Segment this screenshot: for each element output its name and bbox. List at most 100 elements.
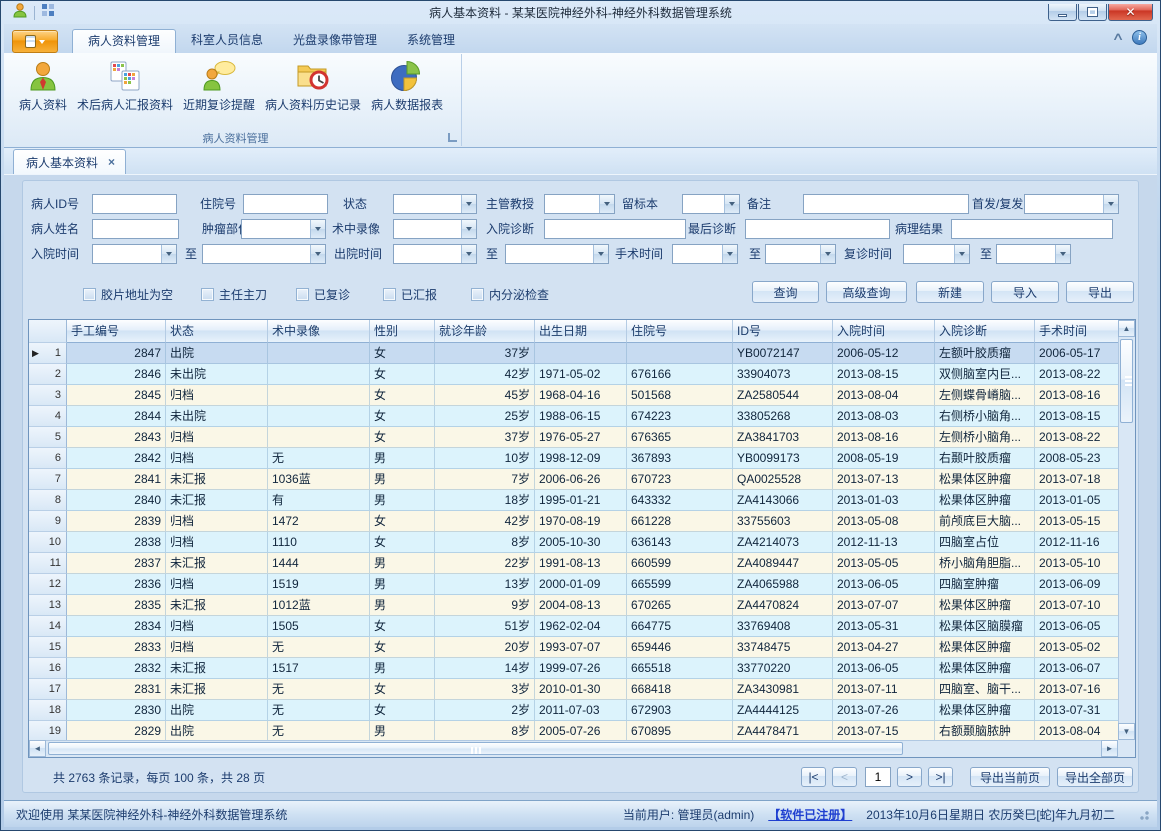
grid-header-cell[interactable]: 出生日期: [535, 320, 627, 343]
checkbox-option-4[interactable]: 内分泌检查: [471, 283, 549, 305]
doc-tab-close-icon[interactable]: ×: [108, 155, 115, 169]
ribbon-button-patient-data[interactable]: 病人资料: [14, 56, 72, 116]
row-header-cell[interactable]: 16: [29, 658, 67, 679]
row-header-cell[interactable]: 7: [29, 469, 67, 490]
ribbon-tab-system[interactable]: 系统管理: [392, 29, 470, 53]
combo-field[interactable]: [394, 245, 461, 263]
row-header-cell[interactable]: 12: [29, 574, 67, 595]
filter-combo-to[interactable]: [505, 244, 609, 264]
checkbox-option-0[interactable]: 胶片地址为空: [83, 283, 173, 305]
ribbon-button-history[interactable]: 病人资料历史记录: [260, 56, 366, 116]
chevron-down-icon[interactable]: [820, 245, 835, 263]
filter-combo-first_recur[interactable]: [1024, 194, 1119, 214]
combo-field[interactable]: [93, 245, 161, 263]
combo-field[interactable]: [394, 220, 461, 238]
checkbox-icon[interactable]: [471, 288, 484, 301]
info-icon[interactable]: i: [1132, 30, 1147, 45]
filter-input-final_diag[interactable]: [745, 219, 890, 239]
row-header-cell[interactable]: 8: [29, 490, 67, 511]
vertical-scrollbar[interactable]: ▲ ▼: [1118, 320, 1135, 740]
filter-combo-status[interactable]: [393, 194, 477, 214]
filter-combo-specimen[interactable]: [682, 194, 740, 214]
row-header-cell[interactable]: 4: [29, 406, 67, 427]
export-current-page-button[interactable]: 导出当前页: [970, 767, 1050, 787]
checkbox-option-2[interactable]: 已复诊: [296, 283, 350, 305]
grid-header-cell[interactable]: 入院时间: [833, 320, 935, 343]
row-header-cell[interactable]: 15: [29, 637, 67, 658]
grid-header-cell[interactable]: 住院号: [627, 320, 733, 343]
filter-input-patient_id[interactable]: [92, 194, 177, 214]
row-header-cell[interactable]: 6: [29, 448, 67, 469]
combo-field[interactable]: [673, 245, 722, 263]
table-row[interactable]: ▶12847出院女37岁YB00721472006-05-12左额叶胶质瘤200…: [29, 343, 1118, 364]
checkbox-option-1[interactable]: 主任主刀: [201, 283, 267, 305]
filter-combo-tumor_site[interactable]: [241, 219, 326, 239]
filter-combo-to[interactable]: [765, 244, 836, 264]
chevron-down-icon[interactable]: [599, 195, 614, 213]
chevron-down-icon[interactable]: [161, 245, 176, 263]
scroll-right-icon[interactable]: ►: [1101, 740, 1118, 757]
chevron-down-icon[interactable]: [724, 195, 739, 213]
grid-header-cell[interactable]: 术中录像: [268, 320, 370, 343]
checkbox-icon[interactable]: [383, 288, 396, 301]
scroll-up-icon[interactable]: ▲: [1118, 320, 1135, 337]
pager-next-button[interactable]: >: [897, 767, 922, 787]
chevron-down-icon[interactable]: [461, 220, 476, 238]
minimize-button[interactable]: [1048, 4, 1077, 21]
grid-header-cell[interactable]: 状态: [166, 320, 268, 343]
export-button[interactable]: 导出: [1066, 281, 1134, 303]
row-header-cell[interactable]: 14: [29, 616, 67, 637]
row-header-cell[interactable]: 17: [29, 679, 67, 700]
advanced-query-button[interactable]: 高级查询: [826, 281, 907, 303]
table-row[interactable]: 182830出院无女2岁2011-07-03672903ZA4444125201…: [29, 700, 1118, 721]
pager-last-button[interactable]: >|: [928, 767, 953, 787]
combo-field[interactable]: [1025, 195, 1103, 213]
export-all-pages-button[interactable]: 导出全部页: [1057, 767, 1133, 787]
chevron-down-icon[interactable]: [722, 245, 737, 263]
row-header-cell[interactable]: 3: [29, 385, 67, 406]
ribbon-collapse-icon[interactable]: ∧: [1112, 32, 1125, 43]
chevron-down-icon[interactable]: [310, 220, 325, 238]
table-row[interactable]: 122836归档1519男13岁2000-01-09665599ZA406598…: [29, 574, 1118, 595]
checkbox-icon[interactable]: [296, 288, 309, 301]
quick-launch-icon[interactable]: [41, 3, 55, 22]
close-button[interactable]: ✕: [1108, 4, 1153, 21]
table-row[interactable]: 172831未汇报无女3岁2010-01-30668418ZA343098120…: [29, 679, 1118, 700]
import-button[interactable]: 导入: [991, 281, 1059, 303]
chevron-down-icon[interactable]: [461, 195, 476, 213]
page-number-input[interactable]: [865, 767, 891, 787]
table-row[interactable]: 72841未汇报1036蓝男7岁2006-06-26670723QA002552…: [29, 469, 1118, 490]
pager-first-button[interactable]: |<: [801, 767, 826, 787]
pager-prev-button[interactable]: <: [832, 767, 857, 787]
table-row[interactable]: 82840未汇报有男18岁1995-01-21643332ZA414306620…: [29, 490, 1118, 511]
query-button[interactable]: 查询: [752, 281, 819, 303]
row-header-cell[interactable]: 18: [29, 700, 67, 721]
combo-field[interactable]: [683, 195, 724, 213]
chevron-down-icon[interactable]: [1103, 195, 1118, 213]
row-header-cell[interactable]: 10: [29, 532, 67, 553]
table-row[interactable]: 32845归档女45岁1968-04-16501568ZA25805442013…: [29, 385, 1118, 406]
filter-combo-surgery_video[interactable]: [393, 219, 477, 239]
filter-combo-to[interactable]: [202, 244, 326, 264]
ribbon-tab-patient-management[interactable]: 病人资料管理: [72, 29, 176, 53]
checkbox-icon[interactable]: [83, 288, 96, 301]
grid-header-cell[interactable]: 手工编号: [67, 320, 166, 343]
row-header-cell[interactable]: 5: [29, 427, 67, 448]
combo-field[interactable]: [545, 195, 599, 213]
table-row[interactable]: 132835未汇报1012蓝男9岁2004-08-13670265ZA44708…: [29, 595, 1118, 616]
combo-field[interactable]: [506, 245, 593, 263]
filter-input-pathology[interactable]: [951, 219, 1113, 239]
scroll-down-icon[interactable]: ▼: [1118, 723, 1135, 740]
row-header-cell[interactable]: 13: [29, 595, 67, 616]
table-row[interactable]: 192829出院无男8岁2005-07-26670895ZA4478471201…: [29, 721, 1118, 740]
filter-input-patient_name[interactable]: [92, 219, 179, 239]
combo-field[interactable]: [203, 245, 310, 263]
horizontal-scroll-thumb[interactable]: [48, 742, 903, 755]
ribbon-button-data-report[interactable]: 病人数据报表: [366, 56, 448, 116]
filter-combo-admit_time[interactable]: [92, 244, 177, 264]
combo-field[interactable]: [997, 245, 1055, 263]
table-row[interactable]: 62842归档无男10岁1998-12-09367893YB0099173200…: [29, 448, 1118, 469]
new-button[interactable]: 新建: [916, 281, 984, 303]
filter-input-remark[interactable]: [803, 194, 969, 214]
app-menu-button[interactable]: [12, 30, 58, 53]
